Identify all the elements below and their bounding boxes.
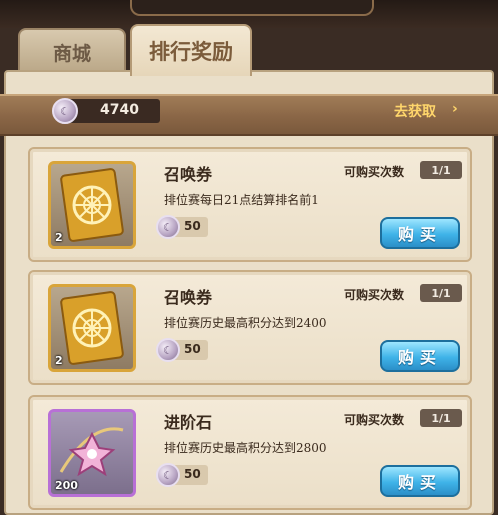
summon-ticket-icon	[60, 168, 124, 242]
get-more-link[interactable]: 去获取	[394, 101, 436, 121]
item-name: 召唤券	[164, 165, 213, 184]
item-name: 召唤券	[164, 288, 213, 307]
reward-card: 200 进阶石 可购买次数 1/1 排位赛历史最高积分达到2800 ☾ 50 购…	[28, 395, 472, 510]
currency-amount: 4740	[100, 102, 139, 118]
buy-button[interactable]: 购买	[380, 340, 460, 372]
buy-button[interactable]: 购买	[380, 465, 460, 497]
purchase-limit-label: 可购买次数	[344, 288, 405, 302]
item-price: 50	[184, 342, 201, 356]
purchase-limit-label: 可购买次数	[344, 413, 405, 427]
purchase-limit-badge: 1/1	[420, 409, 462, 427]
reward-card: 2 召唤券 可购买次数 1/1 排位赛每日21点结算排名前1 ☾ 50 购买	[28, 147, 472, 262]
reward-card: 2 召唤券 可购买次数 1/1 排位赛历史最高积分达到2400 ☾ 50 购买	[28, 270, 472, 385]
purchase-limit-badge: 1/1	[420, 161, 462, 179]
header-ornament	[130, 0, 374, 16]
buy-button[interactable]: 购买	[380, 217, 460, 249]
tab-rank-rewards[interactable]: 排行奖励	[130, 24, 252, 76]
silver-coin-icon: ☾	[52, 98, 78, 124]
item-name: 进阶石	[164, 413, 213, 432]
item-price: 50	[184, 219, 201, 233]
purchase-limit-label: 可购买次数	[344, 165, 405, 179]
item-icon-frame: 2	[48, 161, 136, 249]
item-price: 50	[184, 467, 201, 481]
item-requirement: 排位赛每日21点结算排名前1	[164, 193, 319, 207]
tab-shop[interactable]: 商城	[18, 28, 126, 74]
summon-ticket-icon	[60, 291, 124, 365]
silver-coin-icon: ☾	[156, 215, 180, 239]
chevron-right-icon[interactable]: ›	[452, 101, 458, 117]
item-icon-frame: 2	[48, 284, 136, 372]
item-requirement: 排位赛历史最高积分达到2400	[164, 316, 327, 330]
purchase-limit-badge: 1/1	[420, 284, 462, 302]
item-count: 2	[55, 354, 63, 367]
silver-coin-icon: ☾	[156, 463, 180, 487]
item-count: 200	[55, 479, 78, 492]
silver-coin-icon: ☾	[156, 338, 180, 362]
item-requirement: 排位赛历史最高积分达到2800	[164, 441, 327, 455]
item-count: 2	[55, 231, 63, 244]
item-icon-frame: 200	[48, 409, 136, 497]
